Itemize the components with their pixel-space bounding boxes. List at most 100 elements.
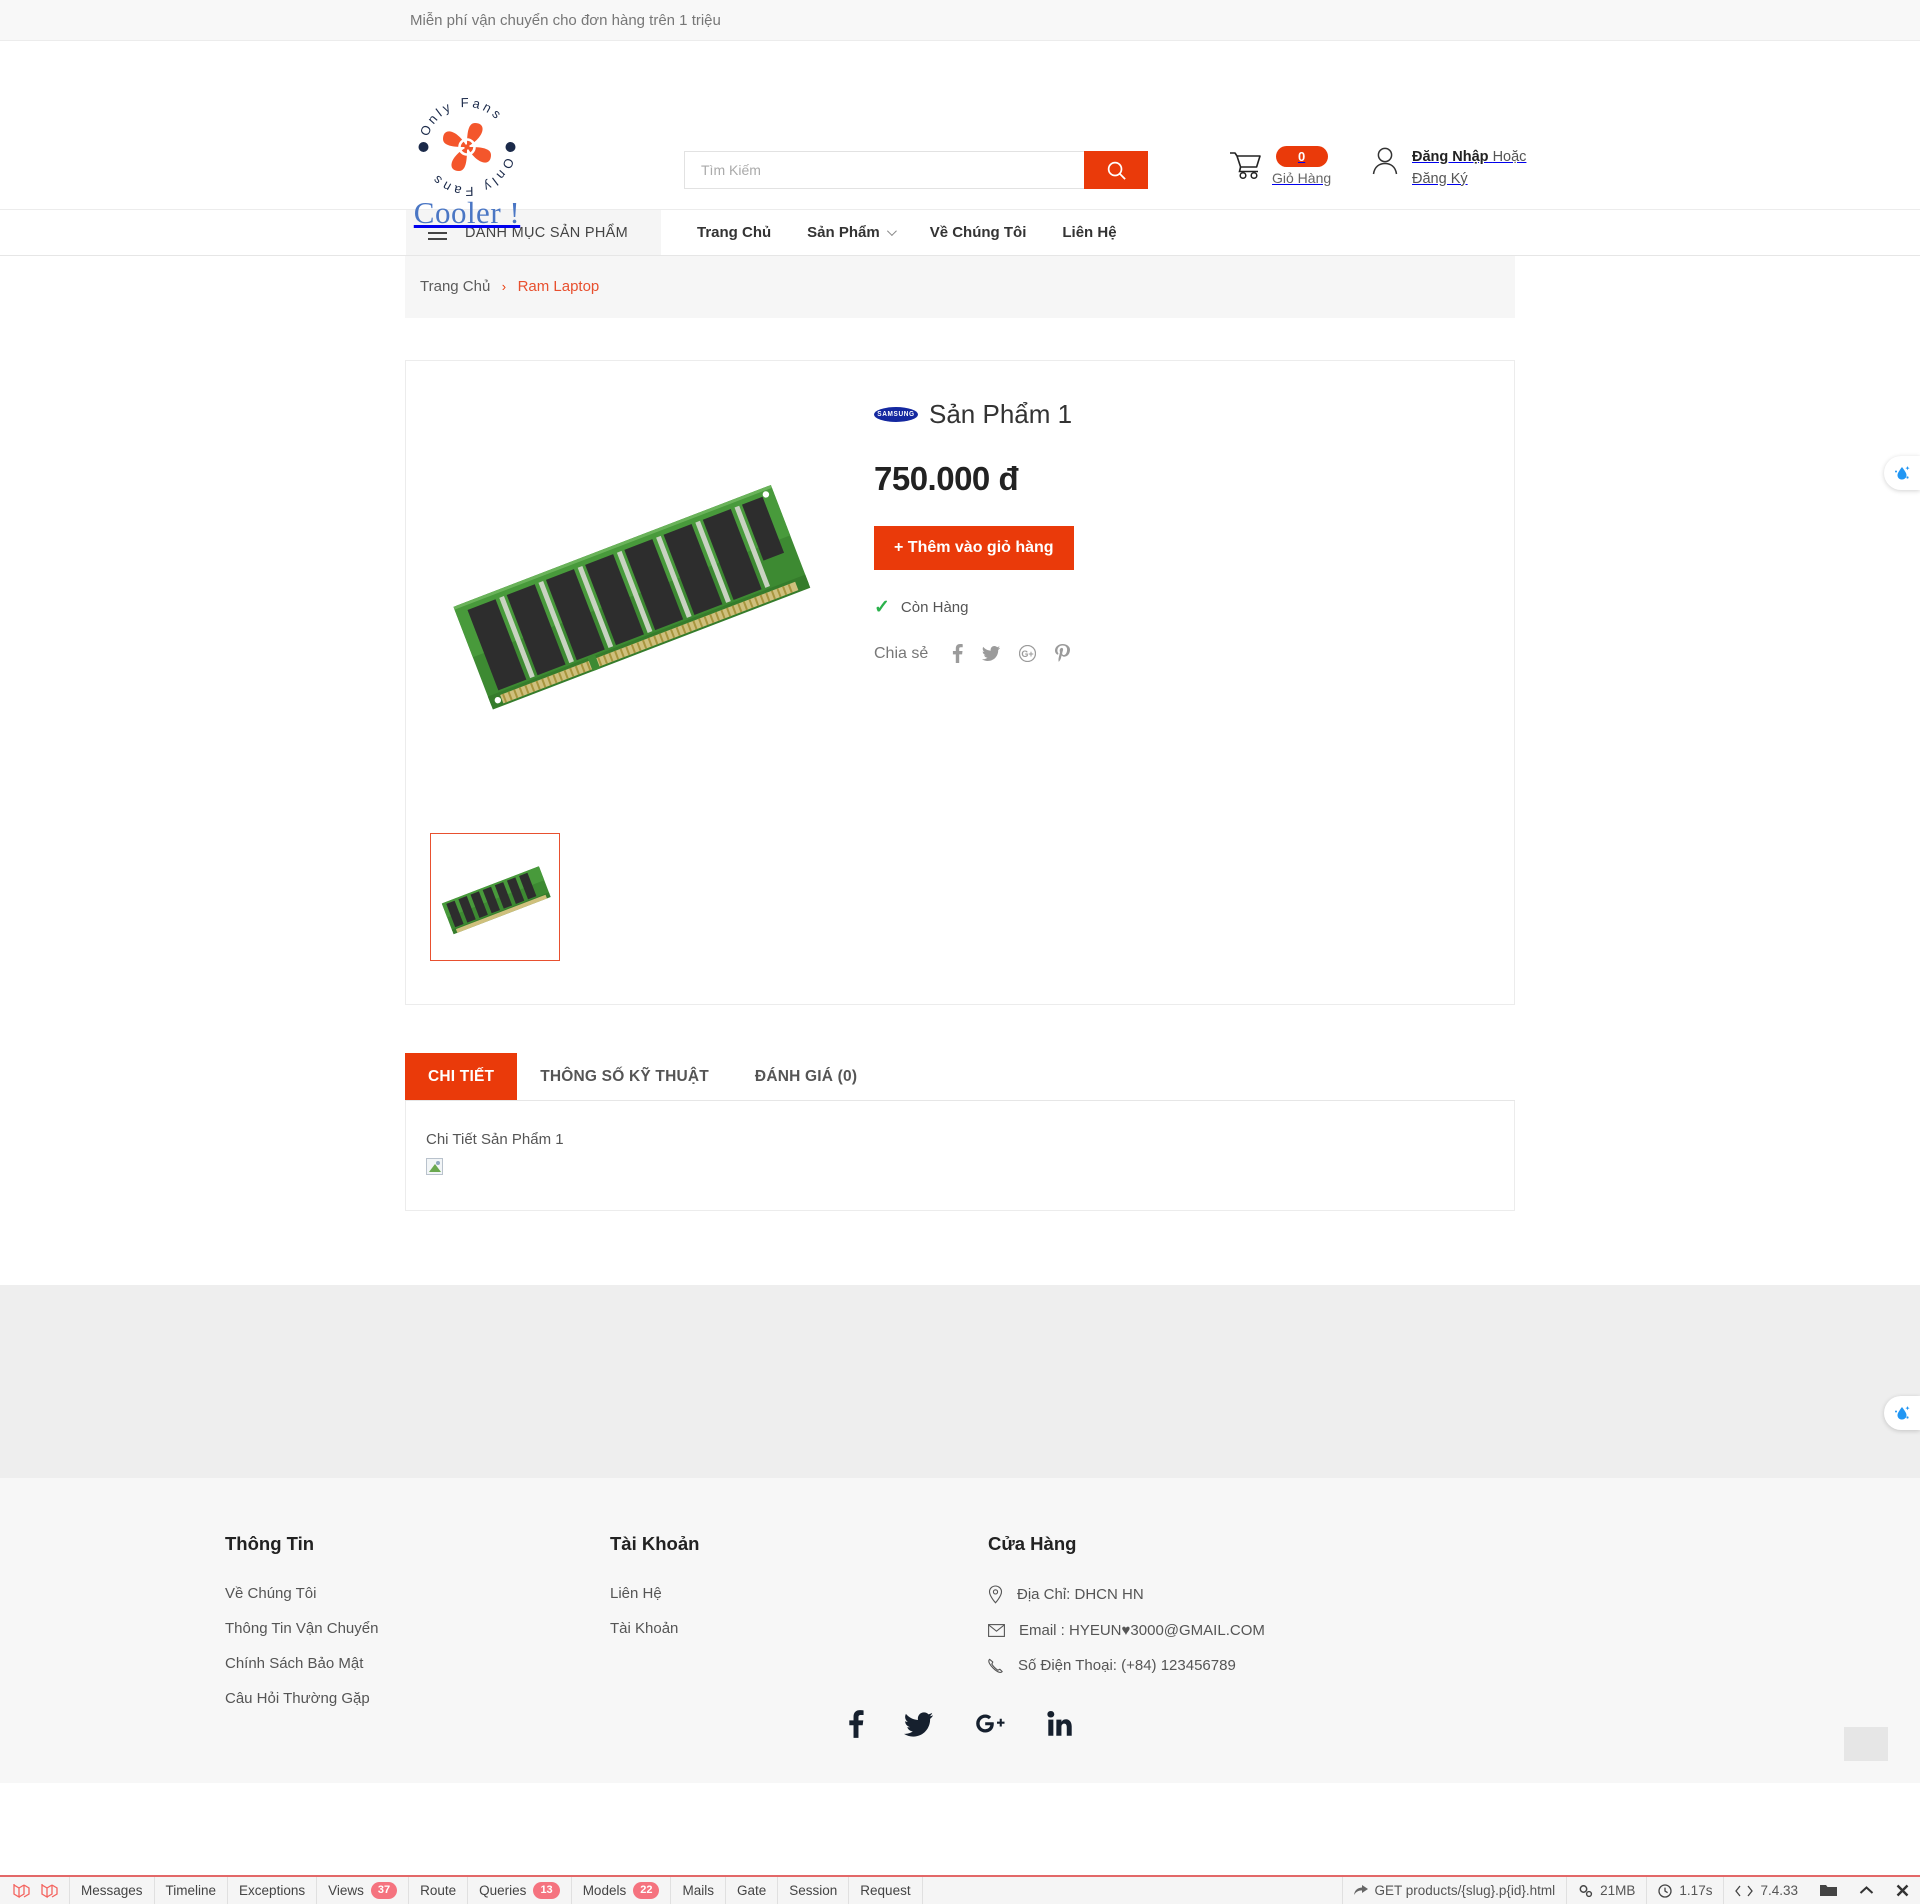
search-button[interactable] <box>1084 151 1148 189</box>
main-navigation: DANH MỤC SẢN PHẨM Trang Chủ Sản Phẩm Về … <box>0 209 1920 256</box>
footer-phone-text: Số Điện Thoại: (+84) 123456789 <box>1018 1657 1236 1674</box>
folder-icon <box>1820 1885 1837 1896</box>
debugbar-logos <box>0 1877 69 1904</box>
nav-item-trang-chu[interactable]: Trang Chủ <box>679 209 789 256</box>
product-price: 750.000 đ <box>874 460 1019 497</box>
debugbar-tab-exceptions[interactable]: Exceptions <box>228 1877 318 1904</box>
share-row: Chia sẻ G+ <box>874 644 1484 663</box>
debugbar-tab-label: Request <box>860 1883 911 1898</box>
product-info: SAMSUNG Sản Phẩm 1 750.000 đ + Thêm vào … <box>846 361 1514 1004</box>
close-icon <box>1896 1884 1909 1897</box>
debugbar-tab-label: Views <box>328 1883 364 1898</box>
announcement-text: Miễn phí vận chuyển cho đơn hàng trên 1 … <box>410 11 721 29</box>
footer-social-links <box>0 1709 1920 1739</box>
share-facebook-icon[interactable] <box>952 644 963 663</box>
tab-content-text: Chi Tiết Sản Phẩm 1 <box>426 1131 564 1148</box>
footer-link-chinh-sach-bao-mat[interactable]: Chính Sách Bảo Mật <box>225 1655 610 1672</box>
debugbar-tab-models[interactable]: Models 22 <box>572 1877 672 1904</box>
debugbar-time[interactable]: 1.17s <box>1646 1877 1723 1904</box>
debugbar-php-text: 7.4.33 <box>1760 1883 1798 1898</box>
debugbar-route-info[interactable]: GET products/{slug}.p{id}.html <box>1341 1877 1567 1904</box>
laravel-debugbar: Messages Timeline Exceptions Views 37 Rou… <box>0 1875 1920 1904</box>
add-to-cart-button[interactable]: + Thêm vào giỏ hàng <box>874 526 1074 570</box>
nav-item-ve-chung-toi[interactable]: Về Chúng Tôi <box>912 209 1045 256</box>
footer-phone-row: Số Điện Thoại: (+84) 123456789 <box>988 1657 1468 1674</box>
side-widget-droplet-bottom[interactable] <box>1884 1396 1920 1430</box>
footer-twitter-icon[interactable] <box>903 1711 933 1737</box>
product-tabs: CHI TIẾT THÔNG SỐ KỸ THUẬT ĐÁNH GIÁ (0) … <box>405 1053 1515 1211</box>
debugbar-route-text: GET products/{slug}.p{id}.html <box>1374 1883 1556 1898</box>
laravel-logo-icon <box>13 1883 30 1898</box>
debugbar-tab-route[interactable]: Route <box>409 1877 469 1904</box>
nav-item-label: Trang Chủ <box>697 224 772 241</box>
tab-thong-so-ky-thuat[interactable]: THÔNG SỐ KỸ THUẬT <box>517 1053 732 1100</box>
code-icon <box>1735 1885 1754 1896</box>
debugbar-tab-request[interactable]: Request <box>849 1877 923 1904</box>
breadcrumb-home[interactable]: Trang Chủ <box>420 278 490 295</box>
footer-link-cau-hoi-thuong-gap[interactable]: Câu Hỏi Thường Gặp <box>225 1690 610 1707</box>
debugbar-tab-messages[interactable]: Messages <box>69 1877 155 1904</box>
side-widget-droplet-top[interactable] <box>1884 456 1920 490</box>
debugbar-tab-label: Timeline <box>165 1883 217 1898</box>
stock-label: Còn Hàng <box>900 599 969 616</box>
debugbar-tab-timeline[interactable]: Timeline <box>155 1877 229 1904</box>
debugbar-tabs: Messages Timeline Exceptions Views 37 Rou… <box>69 1877 923 1904</box>
share-twitter-icon[interactable] <box>982 646 1001 661</box>
site-footer: Thông Tin Về Chúng Tôi Thông Tin Vận Chu… <box>0 1478 1920 1783</box>
debugbar-tab-queries[interactable]: Queries 13 <box>468 1877 572 1904</box>
nav-item-lien-he[interactable]: Liên Hệ <box>1044 209 1134 256</box>
share-arrow-icon <box>1353 1884 1368 1895</box>
debugbar-open-folder-button[interactable] <box>1809 1877 1848 1904</box>
product-detail-panel: SAMSUNG Sản Phẩm 1 750.000 đ + Thêm vào … <box>405 360 1515 1005</box>
footer-facebook-icon[interactable] <box>848 1709 864 1739</box>
debugbar-tab-mails[interactable]: Mails <box>671 1877 726 1904</box>
share-label: Chia sẻ <box>874 644 929 662</box>
site-logo[interactable]: Only Fans Only Fans Cooler ! <box>392 93 542 233</box>
envelope-icon <box>988 1624 1005 1637</box>
debugbar-tab-badge: 37 <box>370 1881 398 1900</box>
share-pinterest-icon[interactable] <box>1055 644 1071 663</box>
footer-email-row: Email : HYEUN♥3000@GMAIL.COM <box>988 1622 1468 1639</box>
debugbar-memory[interactable]: 21MB <box>1566 1877 1646 1904</box>
debugbar-tab-badge: 22 <box>633 1881 660 1900</box>
cart-link[interactable]: 0 Giỏ Hàng <box>1228 146 1331 186</box>
footer-linkedin-icon[interactable] <box>1046 1711 1073 1737</box>
debugbar-tab-views[interactable]: Views 37 <box>317 1877 410 1904</box>
svg-text:Only Fans: Only Fans <box>417 95 507 138</box>
debugbar-tab-badge: 13 <box>533 1881 560 1900</box>
phone-icon <box>988 1658 1003 1673</box>
search-form[interactable] <box>684 151 1148 189</box>
debugbar-tab-label: Mails <box>682 1883 714 1898</box>
product-main-image[interactable] <box>430 383 830 813</box>
product-thumbnail-1[interactable] <box>430 833 560 961</box>
debugbar-php-version[interactable]: 7.4.33 <box>1723 1877 1809 1904</box>
debugbar-close-button[interactable] <box>1885 1877 1920 1904</box>
breadcrumb-current[interactable]: Ram Laptop <box>518 278 600 295</box>
check-icon: ✓ <box>874 597 890 618</box>
debugbar-tab-label: Session <box>789 1883 838 1898</box>
account-link[interactable]: Đăng Nhập Hoặc Đăng Ký <box>1370 145 1526 191</box>
tab-danh-gia[interactable]: ĐÁNH GIÁ (0) <box>732 1053 880 1100</box>
debugbar-status: GET products/{slug}.p{id}.html 21MB 1.17… <box>1341 1877 1920 1904</box>
footer-google-plus-icon[interactable] <box>973 1711 1007 1737</box>
nav-item-san-pham[interactable]: Sản Phẩm <box>789 209 912 256</box>
footer-link-tai-khoan[interactable]: Tài Khoản <box>610 1620 988 1637</box>
svg-text:G+: G+ <box>1022 649 1034 659</box>
footer-link-ve-chung-toi[interactable]: Về Chúng Tôi <box>225 1585 610 1602</box>
gears-icon <box>1579 1884 1593 1897</box>
debugbar-tab-session[interactable]: Session <box>778 1877 850 1904</box>
debugbar-tab-gate[interactable]: Gate <box>726 1877 779 1904</box>
debugbar-minimize-button[interactable] <box>1848 1877 1885 1904</box>
share-google-plus-icon[interactable]: G+ <box>1019 645 1037 662</box>
footer-link-thong-tin-van-chuyen[interactable]: Thông Tin Vận Chuyển <box>225 1620 610 1637</box>
footer-column-tai-khoan: Tài Khoản Liên Hệ Tài Khoản <box>610 1533 988 1725</box>
water-drop-icon <box>1895 1406 1910 1420</box>
footer-column-cua-hang: Cửa Hàng Địa Chỉ: DHCN HN Email : HYEUN♥… <box>988 1533 1468 1725</box>
cart-count-badge: 0 <box>1275 146 1328 167</box>
tab-chi-tiet[interactable]: CHI TIẾT <box>405 1053 518 1100</box>
footer-link-lien-he[interactable]: Liên Hệ <box>610 1585 988 1602</box>
breadcrumb: Trang Chủ › Ram Laptop <box>405 256 1515 318</box>
scroll-to-top-button[interactable] <box>1844 1727 1888 1761</box>
search-input[interactable] <box>684 151 1084 189</box>
tab-list: CHI TIẾT THÔNG SỐ KỸ THUẬT ĐÁNH GIÁ (0) <box>405 1053 1515 1101</box>
